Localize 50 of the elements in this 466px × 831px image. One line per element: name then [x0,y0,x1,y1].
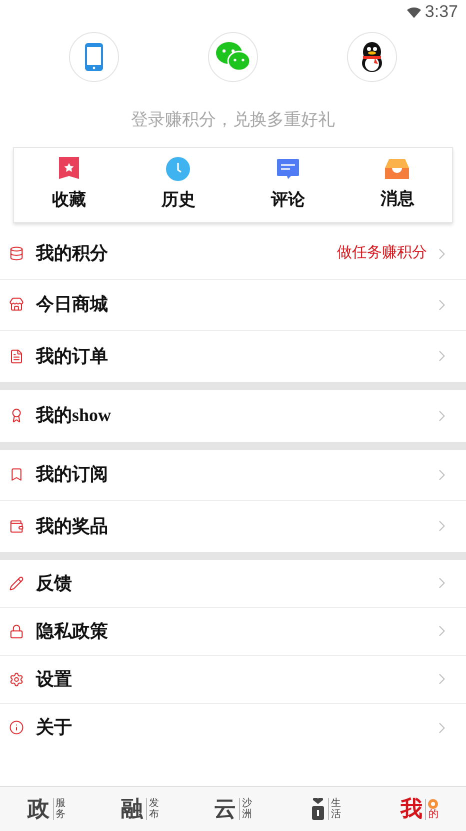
bookmark-star-icon [58,156,79,181]
wechat-login-button[interactable] [208,32,258,82]
clock-icon [166,156,190,181]
menu-label: 关于 [36,716,72,739]
menu-label: 隐私政策 [36,620,108,642]
chat-bubbles-icon [214,41,251,73]
store-icon [9,297,24,312]
lock-icon [9,624,24,638]
shortcut-button[interactable]: 历史 [124,148,233,222]
wifi-icon [406,6,421,18]
menu-label: 我的show [36,404,112,427]
phone-login-button[interactable] [68,32,119,82]
document-icon [9,348,24,364]
menu-item[interactable]: 关于 [0,704,466,752]
pencil-icon [9,576,24,590]
menu-label: 今日商城 [36,293,108,316]
chat-bubble-icon [276,156,300,181]
shortcut-button[interactable]: 收藏 [14,148,124,222]
menu-item[interactable]: 反馈 [0,560,466,608]
inbox-icon [385,158,410,180]
menu-item[interactable]: 今日商城 [0,280,466,330]
menu-item[interactable]: 我的订阅 [0,450,466,500]
phone-icon [84,43,103,71]
person-heart-icon [311,798,326,820]
menu-label: 设置 [36,668,72,690]
menu-item[interactable]: 我的奖品 [0,500,466,552]
shortcut-button[interactable]: 评论 [233,148,342,222]
bookmark-icon [9,467,24,482]
menu-item[interactable]: 我的积分 做任务赚积分 [0,228,466,280]
menu-item[interactable]: 我的show [0,390,466,442]
badge-icon [428,798,438,808]
clock-time: 3:37 [424,1,458,24]
gear-icon [9,672,24,686]
menu-label: 我的积分 [36,242,108,265]
menu-item[interactable]: 我的订单 [0,330,466,382]
tab-button[interactable]: 生活 [280,787,373,831]
info-icon [9,720,24,735]
menu-label: 我的奖品 [36,514,108,538]
menu-label: 我的订阅 [36,463,108,486]
menu-item[interactable]: 隐私政策 [0,608,466,656]
wallet-icon [9,518,24,534]
login-prompt: 登录赚积分，兑换多重好礼 [130,109,336,131]
menu-hint: 做任务赚积分 [337,243,427,264]
shortcut-button[interactable]: 消息 [342,148,452,222]
menu-label: 反馈 [36,572,72,594]
qq-login-button[interactable] [347,32,398,82]
tab-button[interactable]: 我 的 [372,787,466,831]
menu-label: 我的订单 [36,344,108,368]
database-icon [9,246,24,261]
menu-item[interactable]: 设置 [0,656,466,704]
